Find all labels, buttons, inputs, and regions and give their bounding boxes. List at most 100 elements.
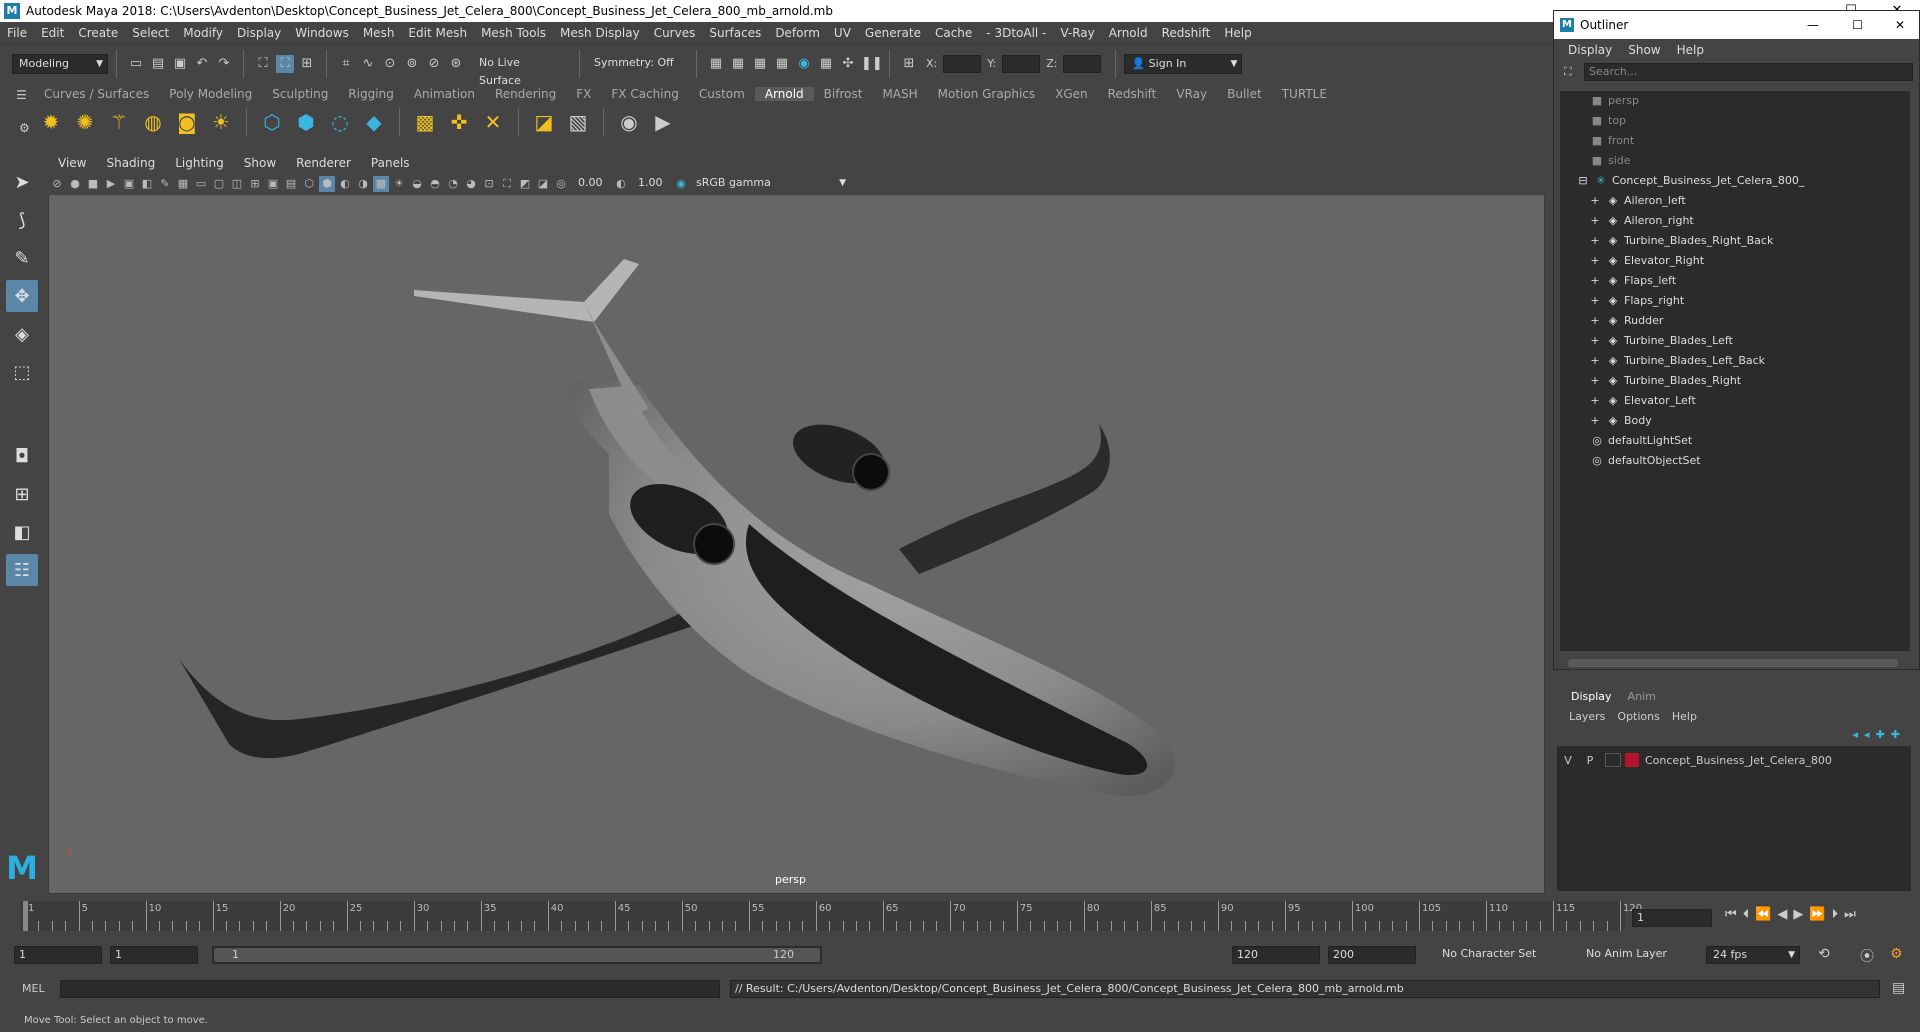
snap-point-icon[interactable]: ⊙ — [381, 55, 399, 73]
texture-icon[interactable]: ▧ — [564, 108, 592, 136]
create-standin-icon[interactable]: ⬡ — [258, 108, 286, 136]
step-forward-key-icon[interactable]: ⏩ — [1809, 907, 1825, 922]
symmetry-dropdown[interactable]: Symmetry: Off — [588, 53, 688, 74]
shelf-tab-fx[interactable]: FX — [566, 87, 601, 101]
loop-icon[interactable]: ⟲ — [1818, 946, 1830, 962]
collapse-icon[interactable]: ⊟ — [1576, 171, 1590, 191]
outliner-item[interactable]: + ◈ Flaps_left — [1560, 271, 1910, 291]
layer-color-swatch[interactable] — [1625, 753, 1639, 767]
undo-icon[interactable]: ↶ — [193, 55, 211, 73]
shelf-menu-icon[interactable]: ☰ — [16, 88, 27, 102]
anim-start-field[interactable]: 1 — [110, 946, 198, 964]
flush-texture-cache-icon[interactable]: ▩ — [411, 108, 439, 136]
layer-menu-options[interactable]: Options — [1611, 710, 1665, 723]
current-frame-field[interactable]: 1 — [1632, 909, 1712, 927]
film-gate-icon[interactable]: ▭ — [193, 176, 209, 192]
safe-title-icon[interactable]: ▤ — [283, 176, 299, 192]
outliner-camera-front[interactable]: ■ front — [1560, 131, 1910, 151]
menu-windows[interactable]: Windows — [288, 26, 356, 40]
grid-icon[interactable]: ▦ — [175, 176, 191, 192]
select-camera-icon[interactable]: ⊘ — [49, 176, 65, 192]
snap-curve-icon[interactable]: ∿ — [359, 55, 377, 73]
render-view-icon[interactable]: ▦ — [817, 55, 835, 73]
snap-grid-icon[interactable]: ⌗ — [337, 55, 355, 73]
outliner-set[interactable]: ◎ defaultLightSet — [1560, 431, 1910, 451]
menu-vray[interactable]: V-Ray — [1053, 26, 1101, 40]
outliner-menu-display[interactable]: Display — [1560, 43, 1620, 57]
field-chart-icon[interactable]: ⊞ — [247, 176, 263, 192]
physical-sky-icon[interactable]: ☀ — [207, 108, 235, 136]
go-to-start-icon[interactable]: ⏮ — [1725, 907, 1737, 922]
play-render-icon[interactable]: ▶ — [649, 108, 677, 136]
select-by-hierarchy-icon[interactable]: ⛶ — [254, 55, 272, 73]
hypershade-icon[interactable]: ◉ — [795, 55, 813, 73]
script-editor-icon[interactable]: ▤ — [1892, 980, 1905, 996]
menu-help[interactable]: Help — [1217, 26, 1258, 40]
menu-mesh[interactable]: Mesh — [356, 26, 402, 40]
skydome-light-icon[interactable]: ◍ — [139, 108, 167, 136]
panel-menu-renderer[interactable]: Renderer — [286, 156, 361, 170]
step-forward-icon[interactable]: ⏵ — [1832, 907, 1839, 922]
menu-cache[interactable]: Cache — [928, 26, 979, 40]
move-layer-up-icon[interactable]: ◂ — [1853, 728, 1859, 741]
camera-attributes-icon[interactable]: ■ — [85, 176, 101, 192]
outliner-item[interactable]: + ◈ Turbine_Blades_Right_Back — [1560, 231, 1910, 251]
move-layer-down-icon[interactable]: ◂ — [1864, 728, 1870, 741]
ipr-render-icon[interactable]: ▦ — [751, 55, 769, 73]
expand-icon[interactable]: + — [1588, 271, 1602, 291]
shelf-tab-xgen[interactable]: XGen — [1045, 87, 1098, 101]
outliner-item[interactable]: + ◈ Turbine_Blades_Right — [1560, 371, 1910, 391]
panel-menu-view[interactable]: View — [48, 156, 96, 170]
layer-type-toggle[interactable] — [1605, 753, 1621, 767]
outliner-item[interactable]: + ◈ Turbine_Blades_Left — [1560, 331, 1910, 351]
material-icon[interactable]: ◪ — [530, 108, 558, 136]
outliner-item[interactable]: + ◈ Rudder — [1560, 311, 1910, 331]
shadows-icon[interactable]: ◒ — [409, 176, 425, 192]
menu-uv[interactable]: UV — [827, 26, 858, 40]
layer-menu-layers[interactable]: Layers — [1563, 710, 1611, 723]
two-d-pan-icon[interactable]: ◧ — [139, 176, 155, 192]
go-to-end-icon[interactable]: ⏭ — [1844, 907, 1856, 922]
script-language-label[interactable]: MEL — [22, 982, 45, 995]
use-lights-icon[interactable]: ☀ — [391, 176, 407, 192]
anti-aliasing-icon[interactable]: ◕ — [463, 176, 479, 192]
mesh-light-icon[interactable]: ✺ — [71, 108, 99, 136]
lasso-tool-icon[interactable]: ⟆ — [6, 204, 38, 236]
play-forwards-icon[interactable]: ▶ — [1793, 907, 1803, 922]
outliner-menu-show[interactable]: Show — [1620, 43, 1668, 57]
live-surface-field[interactable]: No Live Surface — [473, 53, 571, 87]
shelf-tab-vray[interactable]: VRay — [1166, 87, 1217, 101]
exposure-icon[interactable]: ◎ — [553, 176, 569, 192]
pause-render-icon[interactable]: ❚❚ — [861, 55, 883, 73]
range-slider[interactable]: 1 120 — [212, 946, 822, 964]
four-view-icon[interactable]: ⊞ — [6, 478, 38, 510]
snap-surface-icon[interactable]: ⊘ — [425, 55, 443, 73]
menu-surfaces[interactable]: Surfaces — [702, 26, 768, 40]
open-scene-icon[interactable]: ▤ — [149, 55, 167, 73]
x-field[interactable] — [943, 54, 982, 73]
layer-playback-toggle[interactable]: P — [1579, 754, 1601, 767]
outliner-search-input[interactable]: Search... — [1584, 63, 1913, 81]
new-layer-icon[interactable]: ✚ — [1876, 728, 1885, 741]
panel-menu-lighting[interactable]: Lighting — [165, 156, 234, 170]
menu-select[interactable]: Select — [125, 26, 176, 40]
rotate-tool-icon[interactable]: ◈ — [6, 318, 38, 350]
outliner-item[interactable]: + ◈ Flaps_right — [1560, 291, 1910, 311]
shelf-tab-curves-surfaces[interactable]: Curves / Surfaces — [34, 87, 159, 101]
range-slider-handle[interactable]: 1 120 — [214, 948, 820, 962]
start-time-field[interactable]: 1 — [14, 946, 102, 964]
preferences-icon[interactable]: ⚙ — [1890, 946, 1903, 962]
outliner-horizontal-scrollbar[interactable] — [1568, 659, 1898, 667]
outliner-item[interactable]: + ◈ Elevator_Right — [1560, 251, 1910, 271]
shelf-tab-mash[interactable]: MASH — [872, 87, 927, 101]
expand-icon[interactable]: + — [1588, 371, 1602, 391]
render-settings-icon[interactable]: ▦ — [773, 55, 791, 73]
shelf-tab-bullet[interactable]: Bullet — [1217, 87, 1272, 101]
z-field[interactable] — [1063, 54, 1102, 73]
textured-icon[interactable]: ◑ — [355, 176, 371, 192]
expand-icon[interactable]: + — [1588, 311, 1602, 331]
color-management-icon[interactable]: ◉ — [673, 176, 689, 192]
outliner-camera-persp[interactable]: ■ persp — [1560, 91, 1910, 111]
menu-display[interactable]: Display — [230, 26, 288, 40]
render-sequence-icon[interactable]: ▦ — [729, 55, 747, 73]
